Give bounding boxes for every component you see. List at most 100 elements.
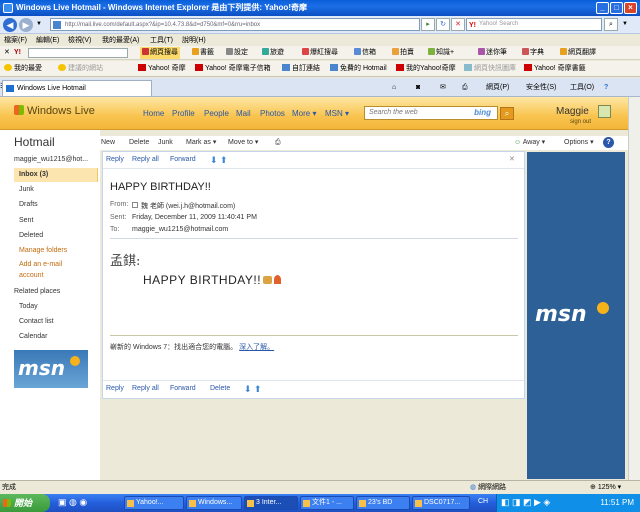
folder-sent[interactable]: Sent xyxy=(14,214,98,228)
related-today[interactable]: Today xyxy=(14,300,98,314)
avatar[interactable] xyxy=(598,105,611,118)
user-name[interactable]: Maggie xyxy=(556,106,589,117)
home-icon[interactable]: ⌂ xyxy=(392,82,396,94)
nav-profile[interactable]: Profile xyxy=(172,109,195,119)
toolbar-mail[interactable]: 信箱 xyxy=(354,47,376,59)
task-word-doc[interactable]: 文件1 - ... xyxy=(300,496,354,510)
next-message-icon[interactable]: ⬇ xyxy=(210,155,218,165)
toolbar-settings[interactable]: 設定 xyxy=(226,47,248,59)
msn-ad-left[interactable]: msn xyxy=(14,350,88,388)
task-yahoo[interactable]: Yahoo!... xyxy=(124,496,184,510)
move-to-button[interactable]: Move to ▾ xyxy=(228,136,258,150)
toolbar-translate[interactable]: 網頁翻譯 xyxy=(560,47,596,59)
toolbar-buzz[interactable]: 爆紅搜尋 xyxy=(302,47,338,59)
menu-help[interactable]: 說明(H) xyxy=(182,35,206,46)
delete-button[interactable]: Delete xyxy=(129,136,149,150)
task-windows[interactable]: Windows... xyxy=(186,496,242,510)
read-mail-icon[interactable]: ✉ xyxy=(440,82,446,94)
previous-message-icon[interactable]: ⬆ xyxy=(254,384,262,394)
stop-icon[interactable]: ✕ xyxy=(451,18,465,31)
page-menu[interactable]: 網頁(P) xyxy=(486,82,509,94)
tab-hotmail[interactable]: Windows Live Hotmail xyxy=(2,80,152,96)
refresh-icon[interactable]: ↻ xyxy=(436,18,450,31)
toolbar-bookmarks[interactable]: 書籤 xyxy=(192,47,214,59)
web-search-input[interactable]: Search the web bing xyxy=(364,106,498,120)
forward-button[interactable]: ▶ xyxy=(19,18,33,32)
safety-menu[interactable]: 安全性(S) xyxy=(526,82,556,94)
nav-msn[interactable]: MSN ▾ xyxy=(325,109,349,119)
reply-all-button-bottom[interactable]: Reply all xyxy=(132,384,159,394)
toolbar-dictionary[interactable]: 字典 xyxy=(522,47,544,59)
sign-out-link[interactable]: sign out xyxy=(570,119,591,125)
folder-drafts[interactable]: Drafts xyxy=(14,198,98,212)
menu-tools[interactable]: 工具(T) xyxy=(150,35,173,46)
folder-deleted[interactable]: Deleted xyxy=(14,229,98,243)
nav-home[interactable]: Home xyxy=(143,109,164,119)
menu-view[interactable]: 檢視(V) xyxy=(68,35,91,46)
menu-edit[interactable]: 編輯(E) xyxy=(36,35,59,46)
address-field[interactable]: http://mail.live.com/default.aspx?&ip=10… xyxy=(50,18,420,31)
toolbar-knowledge[interactable]: 知識+ xyxy=(428,47,454,59)
tray-icons[interactable]: ◧ ◨ ◩ ▶ ◈ xyxy=(501,497,550,508)
toolbar-mini-pen[interactable]: 迷你筆 xyxy=(478,47,507,59)
help-icon[interactable]: ? xyxy=(603,137,614,148)
favorites-button[interactable]: 我的最愛 xyxy=(4,63,42,75)
yahoo-toolbar-search[interactable] xyxy=(28,48,128,58)
zoom-control[interactable]: ⊕ 125% ▾ xyxy=(590,481,621,494)
start-button[interactable]: 開始 xyxy=(0,494,50,512)
minimize-button[interactable]: _ xyxy=(596,2,609,14)
folder-inbox[interactable]: Inbox (3) xyxy=(14,168,98,182)
fav-web-slice[interactable]: 網頁快訊圖庫 xyxy=(464,63,516,75)
next-message-icon[interactable]: ⬇ xyxy=(244,384,252,394)
search-options-icon[interactable]: ▼ xyxy=(622,21,628,27)
quick-launch-icons[interactable]: ▣ ◍ ◉ xyxy=(58,497,87,508)
fav-my-yahoo[interactable]: 我的Yahoo!奇摩 xyxy=(396,63,456,75)
reply-all-button[interactable]: Reply all xyxy=(132,155,159,165)
add-email-account-link[interactable]: Add an e-mail account xyxy=(14,259,84,281)
tools-menu[interactable]: 工具(O) xyxy=(570,82,594,94)
print-icon[interactable]: ⎙ xyxy=(462,82,468,94)
menu-file[interactable]: 檔案(F) xyxy=(4,35,27,46)
search-icon[interactable]: ⌕ xyxy=(604,18,618,31)
learn-more-link[interactable]: 深入了解。 xyxy=(239,344,274,351)
toolbar-travel[interactable]: 旅遊 xyxy=(262,47,284,59)
vertical-scrollbar[interactable] xyxy=(628,97,640,480)
close-message-icon[interactable]: ✕ xyxy=(509,155,515,165)
nav-photos[interactable]: Photos xyxy=(260,109,285,119)
print-icon[interactable]: ⎙ xyxy=(275,136,281,150)
fav-free-hotmail[interactable]: 免費的 Hotmail xyxy=(330,63,387,75)
new-button[interactable]: New xyxy=(101,136,115,150)
yahoo-logo-icon[interactable]: Y! xyxy=(14,47,21,59)
toolbar-auction[interactable]: 拍賣 xyxy=(392,47,414,59)
fav-yahoo-mail[interactable]: Yahoo! 奇摩電子信箱 xyxy=(195,63,271,75)
go-button[interactable]: ▸ xyxy=(421,18,435,31)
manage-folders-link[interactable]: Manage folders xyxy=(14,244,98,258)
yahoo-search-field[interactable]: Y! Yahoo! Search xyxy=(466,18,602,31)
from-value[interactable]: 魏 老師 (wei.j.h@hotmail.com) xyxy=(132,201,235,211)
junk-button[interactable]: Junk xyxy=(158,136,173,150)
task-dsc-photo[interactable]: DSC0717... xyxy=(412,496,470,510)
close-button[interactable]: × xyxy=(624,2,637,14)
task-23s-bd[interactable]: 23's BD xyxy=(356,496,410,510)
reply-button[interactable]: Reply xyxy=(106,155,124,165)
msn-ad-right[interactable]: msn xyxy=(527,152,625,479)
reply-button-bottom[interactable]: Reply xyxy=(106,384,124,394)
windows-live-logo[interactable]: Windows Live xyxy=(14,105,95,117)
account-name[interactable]: maggie_wu1215@hot... xyxy=(14,156,88,163)
delete-button-bottom[interactable]: Delete xyxy=(210,384,230,394)
related-contact-list[interactable]: Contact list xyxy=(14,315,98,329)
away-status-button[interactable]: ☺ Away ▾ xyxy=(514,136,545,150)
fav-suggested-sites[interactable]: 建議的網站 xyxy=(58,63,103,75)
task-internet-explorer[interactable]: 3 Inter... xyxy=(244,496,298,510)
fav-custom-links[interactable]: 自訂連結 xyxy=(282,63,320,75)
mark-as-button[interactable]: Mark as ▾ xyxy=(186,136,216,150)
hotmail-title[interactable]: Hotmail xyxy=(14,135,55,149)
feeds-icon[interactable]: ◙ xyxy=(416,82,420,94)
history-dropdown-icon[interactable]: ▼ xyxy=(36,21,42,27)
nav-mail[interactable]: Mail xyxy=(236,109,251,119)
help-icon[interactable]: ? xyxy=(604,82,608,94)
fav-yahoo-bookmarks[interactable]: Yahoo! 奇摩書籤 xyxy=(524,63,586,75)
search-icon[interactable]: ⌕ xyxy=(500,107,514,120)
clock[interactable]: 11:51 PM xyxy=(600,494,634,512)
menu-favorites[interactable]: 我的最愛(A) xyxy=(102,35,139,46)
